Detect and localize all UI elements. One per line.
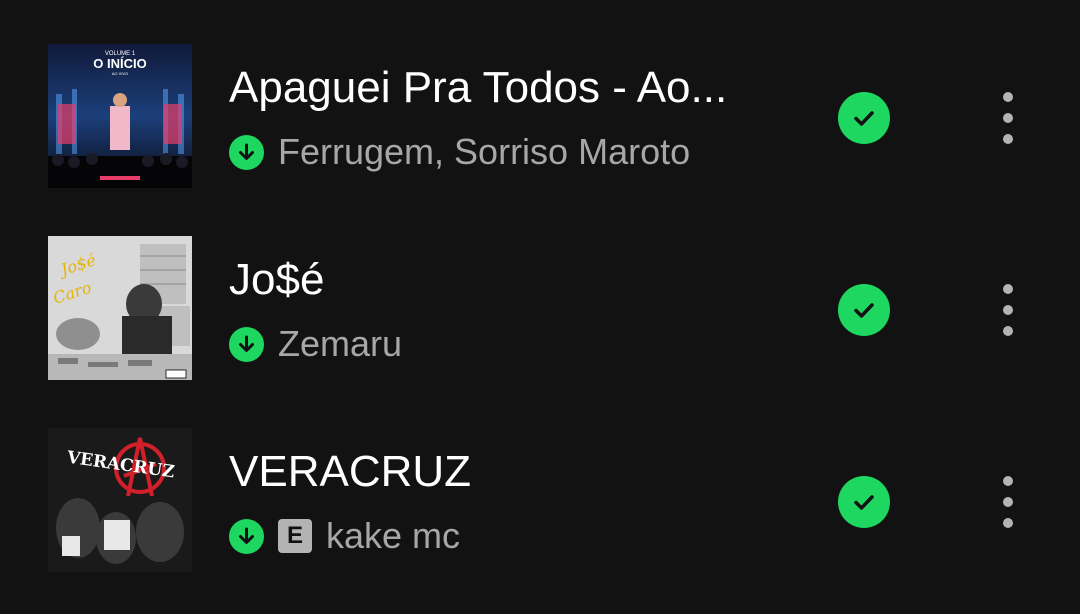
explicit-badge-icon: E <box>278 519 312 553</box>
track-title[interactable]: Jo$é <box>229 254 789 306</box>
track-row[interactable]: VERACRUZ VERACRUZ E kake mc <box>0 384 1080 576</box>
album-cover: VERACRUZ <box>48 428 192 572</box>
vertical-ellipsis-icon[interactable] <box>990 472 1026 532</box>
vertical-ellipsis-icon[interactable] <box>990 88 1026 148</box>
track-meta: Zemaru <box>229 324 402 364</box>
track-list: VOLUME 1 O INÍCIO AO VIVO Apaguei Pra To… <box>0 0 1080 614</box>
track-artist[interactable]: Zemaru <box>278 324 402 364</box>
cover-text: AO VIVO <box>112 71 128 76</box>
vertical-ellipsis-icon[interactable] <box>990 280 1026 340</box>
arrow-down-circle-icon <box>229 326 264 362</box>
cover-text: O INÍCIO <box>93 56 146 71</box>
track-artist[interactable]: Ferrugem, Sorriso Maroto <box>278 132 690 172</box>
arrow-down-circle-icon <box>229 134 264 170</box>
track-title[interactable]: Apaguei Pra Todos - Ao... <box>229 62 789 114</box>
check-circle-icon[interactable] <box>838 92 890 144</box>
album-cover: Jo$é Caro <box>48 236 192 380</box>
track-meta: Ferrugem, Sorriso Maroto <box>229 132 690 172</box>
check-circle-icon[interactable] <box>838 284 890 336</box>
track-title[interactable]: VERACRUZ <box>229 446 789 498</box>
arrow-down-circle-icon <box>229 518 264 554</box>
album-cover: VOLUME 1 O INÍCIO AO VIVO <box>48 44 192 188</box>
track-meta: E kake mc <box>229 516 460 556</box>
check-circle-icon[interactable] <box>838 476 890 528</box>
track-row[interactable]: VOLUME 1 O INÍCIO AO VIVO Apaguei Pra To… <box>0 0 1080 192</box>
track-row[interactable]: Jo$é Caro Jo$é Zemaru <box>0 192 1080 384</box>
track-artist[interactable]: kake mc <box>326 516 460 556</box>
